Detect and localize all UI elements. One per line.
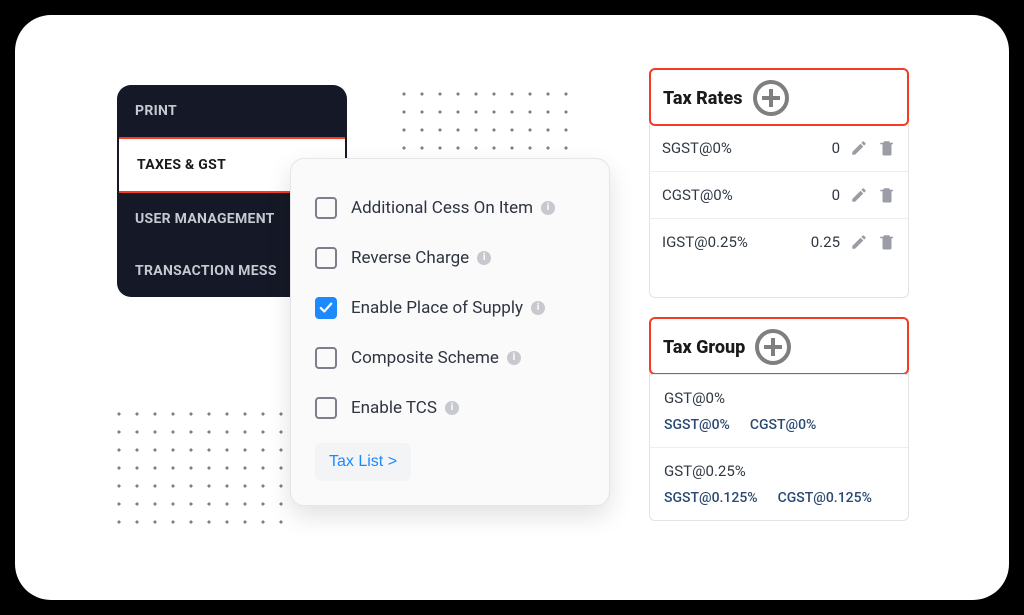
add-tax-rate-button[interactable]	[753, 80, 789, 116]
tax-group-label: GST@0%	[664, 389, 896, 407]
tax-list-button[interactable]: Tax List >	[315, 443, 411, 481]
trash-icon[interactable]	[878, 233, 896, 251]
option-enable-tcs[interactable]: Enable TCS i	[315, 383, 585, 433]
card-title: Tax Rates	[663, 88, 743, 109]
tax-settings-card: Additional Cess On Item i Reverse Charge…	[290, 158, 610, 506]
checkbox-icon[interactable]	[315, 247, 337, 269]
checkbox-icon[interactable]	[315, 397, 337, 419]
tax-rate-label: SGST@0%	[662, 139, 732, 157]
decorative-dots	[110, 405, 290, 535]
tax-group-row: GST@0% SGST@0% CGST@0%	[650, 374, 908, 447]
option-label: Reverse Charge	[351, 248, 469, 268]
tax-group-part[interactable]: SGST@0.125%	[664, 490, 758, 506]
edit-icon[interactable]	[850, 139, 868, 157]
tax-rate-value: 0.25	[810, 233, 840, 251]
info-icon[interactable]: i	[507, 351, 521, 365]
tax-group-card: Tax Group GST@0% SGST@0% CGST@0% GST@0.2…	[649, 317, 909, 521]
tax-group-part[interactable]: CGST@0.125%	[778, 490, 872, 506]
tax-rate-row: IGST@0.25% 0.25	[650, 218, 908, 265]
card-title: Tax Group	[663, 337, 745, 358]
tax-group-part[interactable]: SGST@0%	[664, 417, 730, 433]
info-icon[interactable]: i	[531, 301, 545, 315]
tax-rate-label: CGST@0%	[662, 186, 733, 204]
info-icon[interactable]: i	[445, 401, 459, 415]
tax-rate-row: SGST@0% 0	[650, 125, 908, 171]
tax-group-part[interactable]: CGST@0%	[750, 417, 817, 433]
checkbox-icon[interactable]	[315, 297, 337, 319]
tax-rate-value: 0	[810, 139, 840, 157]
tax-rates-header: Tax Rates	[649, 68, 909, 126]
option-label: Enable Place of Supply	[351, 298, 523, 318]
option-additional-cess[interactable]: Additional Cess On Item i	[315, 183, 585, 233]
tax-rates-card: Tax Rates SGST@0% 0	[649, 68, 909, 298]
option-enable-place-of-supply[interactable]: Enable Place of Supply i	[315, 283, 585, 333]
sidebar-item-print[interactable]: PRINT	[117, 85, 347, 137]
option-label: Composite Scheme	[351, 348, 499, 368]
add-tax-group-button[interactable]	[755, 329, 791, 365]
option-reverse-charge[interactable]: Reverse Charge i	[315, 233, 585, 283]
tax-group-label: GST@0.25%	[664, 462, 896, 480]
info-icon[interactable]: i	[477, 251, 491, 265]
option-label: Additional Cess On Item	[351, 198, 533, 218]
tax-rate-row: CGST@0% 0	[650, 171, 908, 218]
option-label: Enable TCS	[351, 398, 437, 418]
checkbox-icon[interactable]	[315, 347, 337, 369]
tax-group-row: GST@0.25% SGST@0.125% CGST@0.125%	[650, 447, 908, 520]
option-composite-scheme[interactable]: Composite Scheme i	[315, 333, 585, 383]
edit-icon[interactable]	[850, 233, 868, 251]
stage: PRINT TAXES & GST USER MANAGEMENT TRANSA…	[15, 15, 1009, 600]
edit-icon[interactable]	[850, 186, 868, 204]
tax-rate-value: 0	[810, 186, 840, 204]
trash-icon[interactable]	[878, 139, 896, 157]
tax-rate-label: IGST@0.25%	[662, 233, 748, 251]
info-icon[interactable]: i	[541, 201, 555, 215]
tax-group-header: Tax Group	[649, 317, 909, 375]
trash-icon[interactable]	[878, 186, 896, 204]
checkbox-icon[interactable]	[315, 197, 337, 219]
